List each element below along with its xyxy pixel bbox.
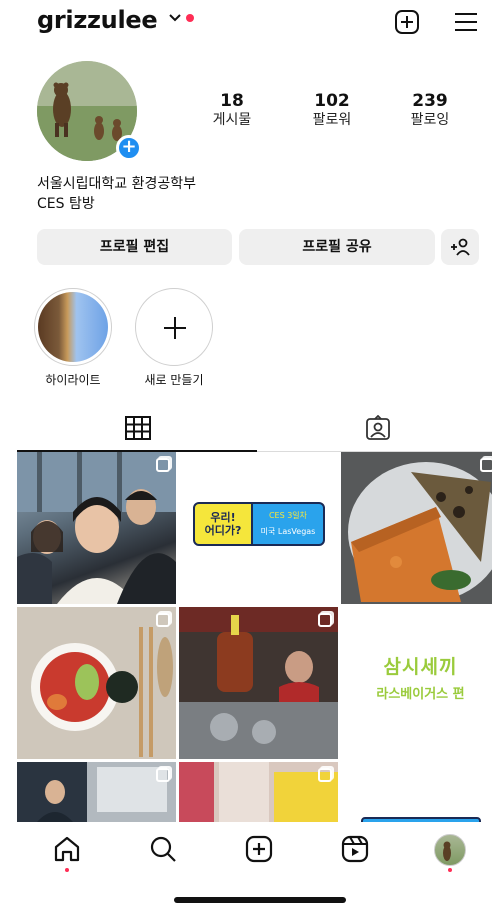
profile-header: grizzulee: [0, 0, 492, 44]
stat-following-value: 239: [412, 91, 448, 111]
posts-grid: 우리! 어디가? CES 3일차 미국 LasVegas 삼시세끼 라스베이거스…: [17, 452, 492, 822]
banner-left-text: 우리! 어디가?: [204, 511, 242, 537]
multiple-photos-icon: [156, 613, 170, 627]
post-banner: 우리! 어디가? CES 3일차 미국 LasVegas: [193, 502, 325, 546]
bio-line-1: 서울시립대학교 환경공학부: [37, 176, 197, 192]
bottom-navigation: [0, 822, 492, 882]
bio-line-2: CES 탐방: [37, 196, 95, 212]
show-subtitle-text: 라스베이거스 편: [376, 687, 465, 702]
banner-left: 우리! 어디가?: [193, 502, 253, 546]
banner-right-top: CES 3일차: [268, 511, 308, 520]
new-highlight-button[interactable]: 새로 만들기: [135, 288, 213, 388]
banner-right: CES 3일차 미국 LasVegas: [251, 502, 325, 546]
tab-posts-grid[interactable]: [17, 404, 263, 452]
selfie-photo-illustration: [17, 452, 176, 604]
multiple-photos-icon: [480, 458, 492, 472]
username-switcher[interactable]: grizzulee: [37, 6, 158, 34]
plus-icon: [164, 317, 186, 339]
share-profile-button[interactable]: 프로필 공유: [239, 229, 435, 265]
post-thumbnail[interactable]: [341, 762, 492, 822]
home-indicator: [174, 897, 346, 903]
new-highlight-label: 새로 만들기: [144, 373, 204, 387]
tagged-icon: [366, 415, 390, 440]
stat-followers[interactable]: 102 팔로워: [292, 92, 372, 129]
store-photo-illustration: [179, 762, 338, 822]
pizza-photo-illustration: [341, 452, 492, 604]
multiple-photos-icon: [318, 613, 332, 627]
reels-icon[interactable]: [340, 834, 370, 864]
post-thumbnail[interactable]: [17, 762, 176, 822]
post-thumbnail[interactable]: [179, 607, 338, 759]
multiple-photos-icon: [156, 458, 170, 472]
new-highlight-circle: [135, 288, 213, 366]
search-icon[interactable]: [148, 834, 178, 864]
stat-posts-label: 게시물: [212, 112, 252, 128]
create-post-icon[interactable]: [393, 8, 421, 36]
grid-icon: [125, 416, 151, 440]
profile-tabs: [0, 404, 492, 452]
show-title-text: 삼시세끼: [383, 656, 458, 678]
profile-tab-avatar[interactable]: [434, 834, 466, 866]
edit-profile-button[interactable]: 프로필 편집: [37, 229, 232, 265]
multiple-photos-icon: [318, 768, 332, 782]
post-thumbnail[interactable]: [179, 762, 338, 822]
tab-tagged[interactable]: [257, 404, 492, 452]
bear-avatar-illustration: [443, 841, 451, 861]
discover-people-button[interactable]: [441, 229, 479, 265]
create-icon[interactable]: [244, 834, 274, 864]
chevron-down-icon[interactable]: [168, 12, 182, 24]
profile-avatar[interactable]: +: [37, 61, 143, 161]
add-story-plus-icon[interactable]: +: [116, 135, 142, 161]
banner-right-bottom: 미국 LasVegas: [260, 527, 316, 536]
stat-posts-value: 18: [220, 91, 244, 111]
poke-bowl-photo-illustration: [17, 607, 176, 759]
post-thumbnail[interactable]: 우리! 어디가? CES 3일차 미국 LasVegas: [179, 452, 338, 604]
home-icon[interactable]: [52, 834, 82, 864]
highlight-label: 하이라이트: [45, 373, 101, 387]
post-thumbnail[interactable]: [17, 452, 176, 604]
home-notification-dot: [65, 868, 69, 872]
profile-bio: 서울시립대학교 환경공학부 CES 탐방: [37, 174, 196, 214]
profile-notification-dot: [448, 868, 452, 872]
highlight-cover: [34, 288, 112, 366]
add-person-icon: [451, 238, 470, 256]
expo-booth-photo-illustration: [17, 762, 176, 822]
menu-icon[interactable]: [452, 8, 480, 36]
multiple-photos-icon: [156, 768, 170, 782]
post-thumbnail[interactable]: [341, 452, 492, 604]
stat-followers-value: 102: [314, 91, 350, 111]
stat-followers-label: 팔로워: [312, 112, 352, 128]
post-thumbnail[interactable]: 삼시세끼 라스베이거스 편: [341, 607, 492, 759]
notification-dot: [186, 14, 194, 22]
post-thumbnail[interactable]: [17, 607, 176, 759]
stat-following[interactable]: 239 팔로잉: [390, 92, 470, 129]
stat-posts[interactable]: 18 게시물: [192, 92, 272, 129]
stat-following-label: 팔로잉: [410, 112, 450, 128]
highlight-item[interactable]: 하이라이트: [34, 288, 112, 388]
food-stall-photo-illustration: [179, 607, 338, 759]
